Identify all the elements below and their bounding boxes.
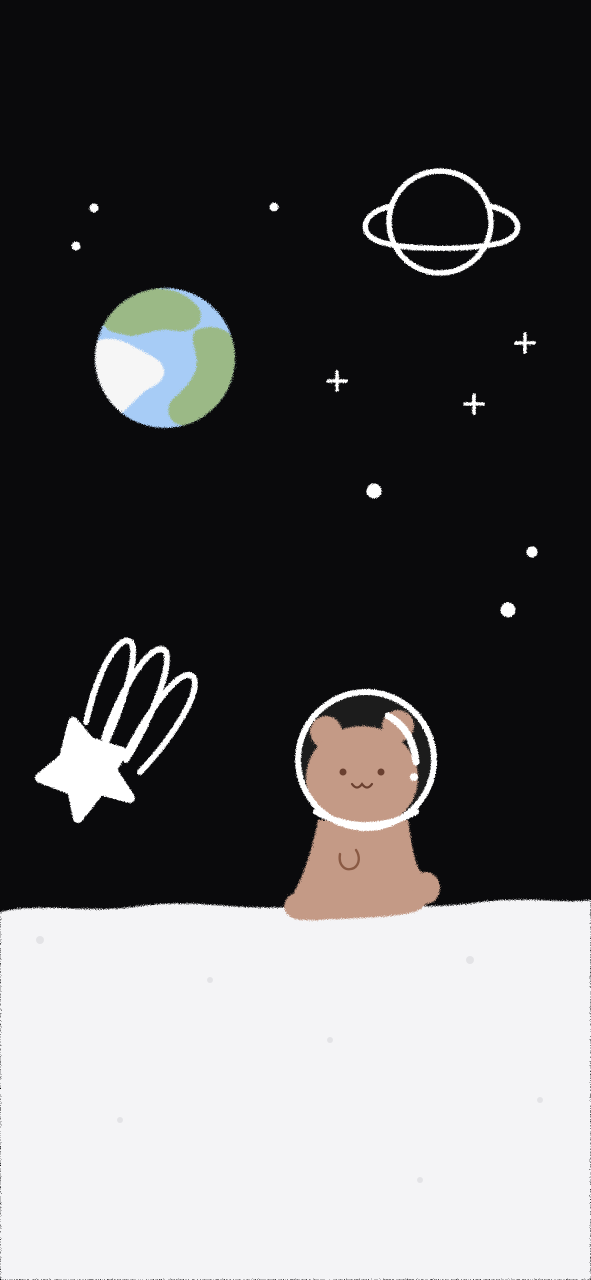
wallpaper-scene [0,0,591,1280]
bear-eye-right [377,768,385,776]
dot-star-icon [366,483,382,499]
helmet-glare-dot [410,773,418,781]
dot-star-icon [526,546,538,558]
dot-star-icon [89,203,99,213]
dot-star-icon [500,602,516,618]
moon-ground [0,899,591,1280]
bear-eye-left [339,768,347,776]
dot-star-icon [269,202,279,212]
dot-star-icon [71,241,81,251]
